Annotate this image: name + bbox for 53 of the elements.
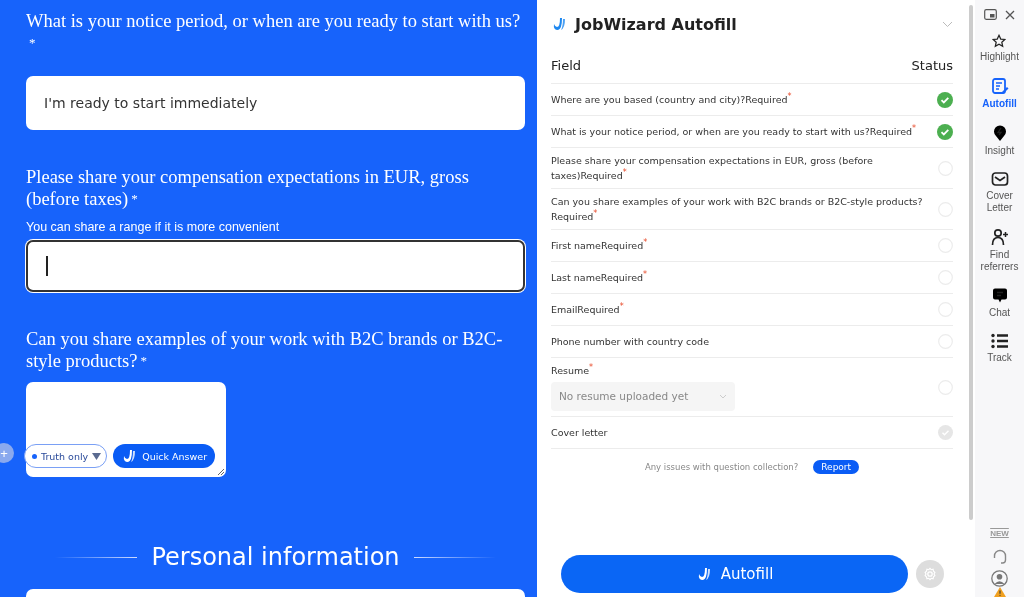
field-label: Resume$^{*}$ — [551, 363, 595, 378]
caret-icon — [92, 452, 102, 460]
field-label: Where are you based (country and city)?Required$^{*}$ — [551, 92, 793, 107]
resize-grip-icon[interactable] — [217, 468, 224, 475]
picture-in-picture-icon[interactable] — [984, 9, 997, 20]
rail-tab[interactable]: Chat — [988, 287, 1011, 319]
close-icon[interactable] — [1005, 9, 1015, 20]
user-icon[interactable] — [991, 570, 1008, 587]
question-title: Please share your compensation expectations in EUR, gross (before taxes) * — [26, 166, 470, 210]
rail-tab[interactable]: Cover Letter — [975, 171, 1024, 214]
panel-title: JobWizard Autofill — [575, 14, 738, 34]
chat-icon — [991, 287, 1008, 304]
logo-icon — [551, 16, 567, 32]
input-field[interactable]: I'm ready to start immediately — [26, 76, 525, 130]
autofill-button[interactable]: Autofill — [561, 555, 908, 593]
rail-tab[interactable]: Track — [987, 333, 1012, 364]
field-label: EmailRequired$^{*}$ — [551, 302, 625, 317]
question-hint: You can share a range if it is more convenient — [26, 220, 281, 234]
warning-icon[interactable] — [993, 587, 1006, 597]
report-prompt: Any issues with question collection? — [644, 462, 799, 472]
section-title: Personal information — [151, 543, 400, 571]
question-title: Can you share examples of your work with B2C brands or B2C-style products? * — [26, 328, 504, 372]
quick-answer-button[interactable]: Quick Answer — [113, 444, 216, 468]
question-title: What is your notice period, or when are you ready to start with us? * — [26, 10, 522, 52]
new-label: NEW — [990, 529, 1009, 538]
report-button[interactable]: Report — [813, 460, 860, 474]
field-label: What is your notice period, or when are you ready to start with us?Required$^{*}$ — [551, 124, 918, 139]
chevron-down-icon — [719, 394, 727, 399]
rail-tab[interactable]: Autofill — [982, 77, 1017, 110]
mode-dropdown[interactable]: Truth only — [24, 444, 108, 468]
list-icon — [991, 333, 1008, 349]
field-label: Please share your compensation expectations in EUR, gross (before taxes)Required$^{*}$ — [551, 154, 874, 183]
form-icon — [990, 77, 1009, 95]
input-field[interactable] — [26, 240, 525, 292]
field-label: Cover letter — [551, 426, 609, 440]
field-label: Can you share examples of your work with B2C brands or B2C-style products?Required$^{*}$ — [551, 195, 924, 224]
answer-box[interactable]: Truth only Quick Answer — [26, 382, 226, 477]
scrollbar[interactable] — [969, 5, 973, 520]
rail-tab[interactable]: Insight — [984, 124, 1015, 157]
headset-icon[interactable] — [991, 548, 1008, 564]
rail-tab[interactable]: Highlight — [980, 34, 1019, 63]
star-icon — [992, 34, 1007, 48]
field-label: First nameRequired$^{*}$ — [551, 238, 649, 253]
gear-icon — [923, 567, 937, 581]
person-add-icon — [990, 228, 1009, 246]
mail-icon — [990, 171, 1009, 187]
field-label: Phone number with country code — [551, 335, 710, 349]
column-header: Status — [911, 58, 953, 73]
pin-icon — [991, 124, 1008, 142]
rail-tab[interactable]: Find referrers — [975, 228, 1024, 273]
field-label: Last nameRequired$^{*}$ — [551, 270, 649, 285]
logo-icon — [121, 448, 138, 464]
column-header: Field — [551, 58, 581, 73]
